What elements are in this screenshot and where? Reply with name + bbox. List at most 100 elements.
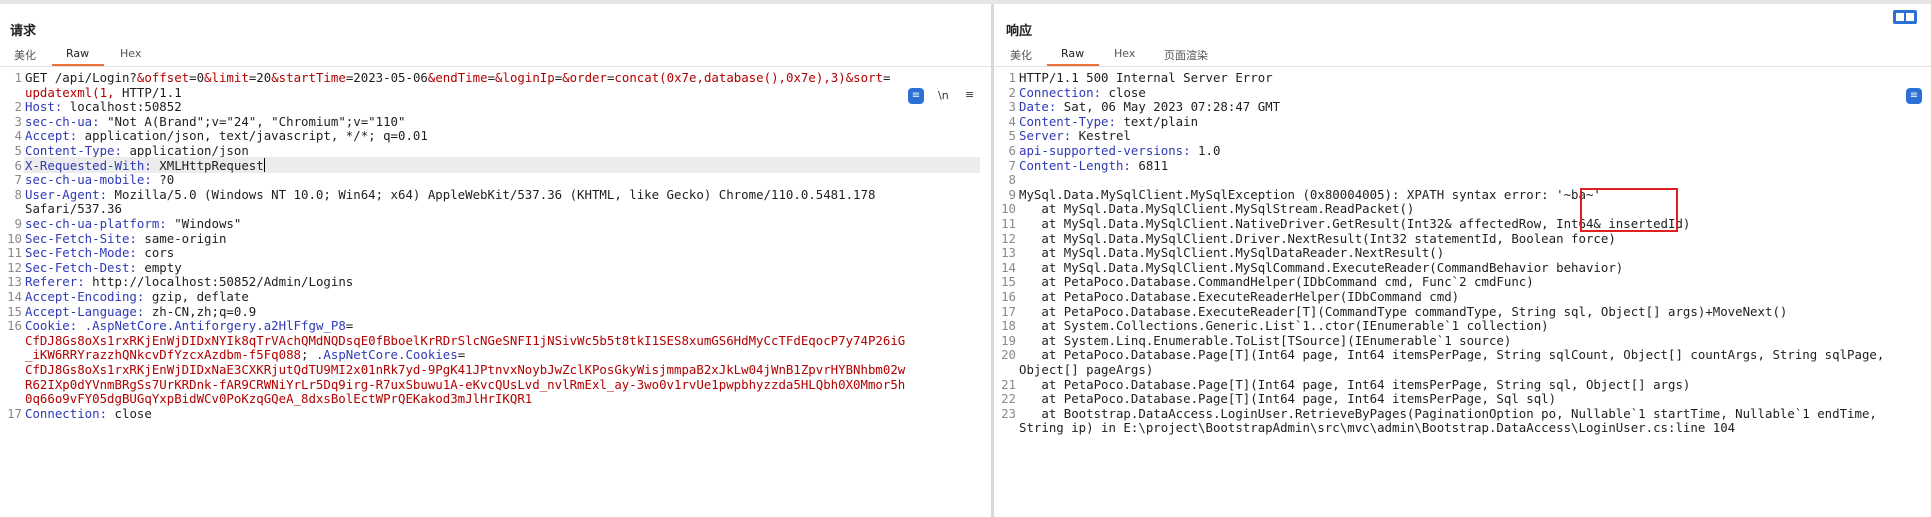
request-pane: 请求 美化 Raw Hex ≡ \n ≡ 1 GET /api/Login?&of… xyxy=(0,4,994,517)
request-code-line[interactable]: Sec-Fetch-Site: same-origin xyxy=(25,231,226,246)
code-token: at System.Collections.Generic.List`1..ct… xyxy=(1019,318,1549,334)
response-code-line[interactable]: Date: Sat, 06 May 2023 07:28:47 GMT xyxy=(1019,99,1280,114)
code-token: Sec-Fetch-Mode: xyxy=(25,245,137,261)
request-code-line[interactable]: Sec-Fetch-Dest: empty xyxy=(25,260,182,275)
request-tabs: 美化 Raw Hex ≡ \n ≡ xyxy=(0,44,994,104)
response-code-line[interactable]: at MySql.Data.MySqlClient.MySqlStream.Re… xyxy=(1019,201,1414,216)
request-code-line[interactable]: CfDJ8Gs8oXs1rxRKjEnWjDIDxNaE3CXKRjutQdTU… xyxy=(25,362,905,377)
request-line-number: 10 xyxy=(7,230,22,246)
code-token: Date: xyxy=(1019,99,1057,115)
code-token: XMLHttpRequest xyxy=(151,157,264,173)
request-line-number: 1 xyxy=(14,70,22,85)
request-title: 请求 xyxy=(10,24,37,39)
response-line-number: 9 xyxy=(1008,186,1016,202)
response-code-line[interactable]: at System.Collections.Generic.List`1..ct… xyxy=(1019,318,1549,334)
request-code-line[interactable]: R62IXp0dYVnmBRgSs7UrKRDnk-fAR9CRWNiYrLr5… xyxy=(25,377,905,392)
code-token: = xyxy=(487,70,496,85)
request-code-line[interactable]: Cookie: .AspNetCore.Antiforgery.a2HlFfgw… xyxy=(25,318,353,333)
response-code-line[interactable]: HTTP/1.1 500 Internal Server Error xyxy=(1019,70,1273,85)
response-code-line[interactable]: at PetaPoco.Database.Page[T](Int64 page,… xyxy=(1019,377,1690,392)
code-token: =0 xyxy=(189,70,205,85)
request-code-line[interactable]: sec-ch-ua-platform: "Windows" xyxy=(25,216,241,231)
response-code-line[interactable]: at PetaPoco.Database.ExecuteReader[T](Co… xyxy=(1019,304,1787,319)
request-line-number: 4 xyxy=(14,128,22,144)
code-token: &loginIp xyxy=(495,70,555,85)
response-code-line[interactable]: at MySql.Data.MySqlClient.MySqlDataReade… xyxy=(1019,245,1444,260)
response-code-line[interactable]: MySql.Data.MySqlClient.MySqlException (0… xyxy=(1019,187,1601,202)
response-code-line[interactable]: String ip) in E:\project\BootstrapAdmin\… xyxy=(1019,420,1735,435)
code-token: MySql.Data.MySqlClient.MySqlException (0… xyxy=(1019,186,1601,202)
request-tab-separator xyxy=(0,66,994,67)
code-token: &endTime xyxy=(427,70,488,85)
response-tab-raw[interactable]: Raw xyxy=(1061,47,1084,60)
request-code-line[interactable]: Safari/537.36 xyxy=(25,201,122,216)
response-code-line[interactable]: Content-Length: 6811 xyxy=(1019,158,1168,173)
code-token: at PetaPoco.Database.ExecuteReader[T](Co… xyxy=(1019,303,1788,319)
request-line-number: 2 xyxy=(14,99,22,115)
code-token: HTTP/1.1 500 Internal Server Error xyxy=(1019,70,1273,85)
code-token: =20 xyxy=(248,70,272,85)
response-line-number: 14 xyxy=(1001,259,1016,275)
response-line-number: 16 xyxy=(1001,289,1016,304)
response-line-number: 6 xyxy=(1008,143,1016,158)
request-code-line[interactable]: GET /api/Login?&offset=0&limit=20&startT… xyxy=(25,70,890,85)
code-token: .AspNetCore.Antiforgery.a2HlFfgw_P8 xyxy=(84,318,346,334)
code-token: CfDJ8Gs8oXs1rxRKjEnWjDIDxNYIk8qTrVAchQMd… xyxy=(25,332,906,348)
request-tab-pretty[interactable]: 美化 xyxy=(14,47,36,63)
code-token: Connection: xyxy=(1019,84,1102,100)
code-token: Sec-Fetch-Site: xyxy=(25,230,137,246)
request-code-line[interactable]: Connection: close xyxy=(25,406,152,421)
request-code-line[interactable]: CfDJ8Gs8oXs1rxRKjEnWjDIDxNYIk8qTrVAchQMd… xyxy=(25,333,905,348)
request-line-number: 16 xyxy=(7,318,22,334)
request-line-number: 9 xyxy=(14,216,22,231)
request-code-line[interactable]: Host: localhost:50852 xyxy=(25,99,182,114)
code-token: &sort xyxy=(845,70,883,85)
response-code-line[interactable]: at MySql.Data.MySqlClient.MySqlCommand.E… xyxy=(1019,260,1623,275)
request-tab-hex[interactable]: Hex xyxy=(120,47,141,60)
response-code-line[interactable]: at PetaPoco.Database.Page[T](Int64 page,… xyxy=(1019,391,1556,406)
response-tab-hex[interactable]: Hex xyxy=(1114,47,1135,60)
request-code-line[interactable]: User-Agent: Mozilla/5.0 (Windows NT 10.0… xyxy=(25,187,875,202)
request-code-line[interactable]: updatexml(1, HTTP/1.1 xyxy=(25,85,182,100)
response-code-line[interactable]: Object[] pageArgs) xyxy=(1019,362,1153,377)
response-code-line[interactable]: at PetaPoco.Database.ExecuteReaderHelper… xyxy=(1019,289,1459,304)
request-code-line[interactable]: Referer: http://localhost:50852/Admin/Lo… xyxy=(25,274,353,289)
request-code-line[interactable]: Sec-Fetch-Mode: cors xyxy=(25,245,174,260)
response-code-line[interactable]: at PetaPoco.Database.Page[T](Int64 page,… xyxy=(1019,347,1884,362)
request-code-line[interactable]: sec-ch-ua: "Not A(Brand";v="24", "Chromi… xyxy=(25,114,405,129)
request-code-line[interactable]: 0q66o9vFY05dgBUGqYxpBidWCv0PoKzqGQeA_8dx… xyxy=(25,391,532,406)
response-code-line[interactable]: at System.Linq.Enumerable.ToList[TSource… xyxy=(1019,333,1511,348)
request-code-line[interactable]: X-Requested-With: XMLHttpRequest xyxy=(25,157,265,173)
response-tab-render[interactable]: 页面渲染 xyxy=(1164,47,1208,63)
request-code-line[interactable]: Accept-Encoding: gzip, deflate xyxy=(25,289,249,304)
code-token: Sec-Fetch-Dest: xyxy=(25,259,137,275)
response-tab-separator xyxy=(994,66,1931,67)
request-tab-raw[interactable]: Raw xyxy=(66,47,89,60)
response-code-line[interactable]: at PetaPoco.Database.CommandHelper(IDbCo… xyxy=(1019,274,1533,289)
response-tab-pretty[interactable]: 美化 xyxy=(1010,47,1032,63)
response-code-line[interactable]: Server: Kestrel xyxy=(1019,128,1131,143)
code-token: "Not A(Brand";v="24", "Chromium";v="110" xyxy=(99,113,406,129)
code-token: _iKW6RRYrazzhQNkcvDfYzcxAzdbm-f5Fq088 xyxy=(25,347,302,363)
response-code-line[interactable]: Content-Type: text/plain xyxy=(1019,114,1198,129)
layout-toggle-icon[interactable] xyxy=(1893,10,1917,24)
code-token: =2023-05-06 xyxy=(345,70,428,85)
response-line-number: 7 xyxy=(1008,157,1016,173)
request-code-line[interactable]: Accept: application/json, text/javascrip… xyxy=(25,128,428,143)
response-code-line[interactable]: at MySql.Data.MySqlClient.Driver.NextRes… xyxy=(1019,231,1615,246)
code-token: zh-CN,zh;q=0.9 xyxy=(144,303,257,319)
code-token: http://localhost:50852/Admin/Logins xyxy=(84,274,354,290)
response-editor[interactable]: 1 HTTP/1.1 500 Internal Server Error 2 Conn… xyxy=(994,68,1931,517)
request-code-line[interactable]: sec-ch-ua-mobile: ?0 xyxy=(25,172,174,187)
response-line-number: 15 xyxy=(1001,274,1016,290)
request-code-line[interactable]: Accept-Language: zh-CN,zh;q=0.9 xyxy=(25,304,256,319)
code-token: application/json, text/javascript, */*; … xyxy=(77,128,428,144)
response-code-line[interactable]: api-supported-versions: 1.0 xyxy=(1019,143,1220,158)
response-code-line[interactable]: at Bootstrap.DataAccess.LoginUser.Retrie… xyxy=(1019,406,1877,421)
response-line-number: 21 xyxy=(1001,376,1016,392)
code-token: sec-ch-ua-mobile: xyxy=(25,172,152,188)
request-code-line[interactable]: _iKW6RRYrazzhQNkcvDfYzcxAzdbm-f5Fq088; .… xyxy=(25,347,465,362)
response-code-line[interactable]: Connection: close xyxy=(1019,85,1146,100)
code-token: 1.0 xyxy=(1190,143,1221,158)
request-editor[interactable]: 1 GET /api/Login?&offset=0&limit=20&start… xyxy=(0,68,994,517)
